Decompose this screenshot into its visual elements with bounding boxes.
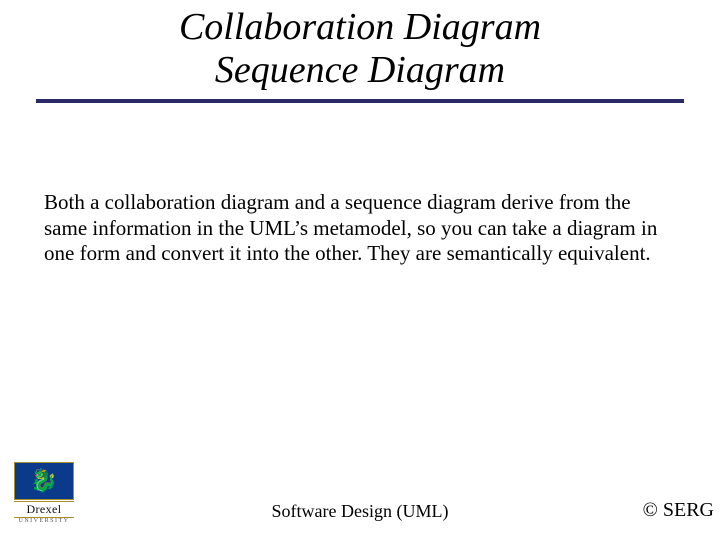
slide-title-block: Collaboration Diagram Sequence Diagram — [0, 0, 720, 103]
slide-body: Both a collaboration diagram and a seque… — [44, 190, 676, 267]
body-paragraph: Both a collaboration diagram and a seque… — [44, 190, 676, 267]
footer-center-text: Software Design (UML) — [0, 501, 720, 522]
footer-right-text: © SERG — [643, 499, 714, 522]
slide-title-line-2: Sequence Diagram — [0, 49, 720, 92]
drexel-logo-box: 🐉 — [14, 462, 74, 500]
dragon-icon: 🐉 — [30, 470, 57, 492]
title-underline — [36, 99, 684, 103]
slide-title-line-1: Collaboration Diagram — [0, 6, 720, 49]
slide-footer: 🐉 Drexel UNIVERSITY Software Design (UML… — [0, 470, 720, 530]
